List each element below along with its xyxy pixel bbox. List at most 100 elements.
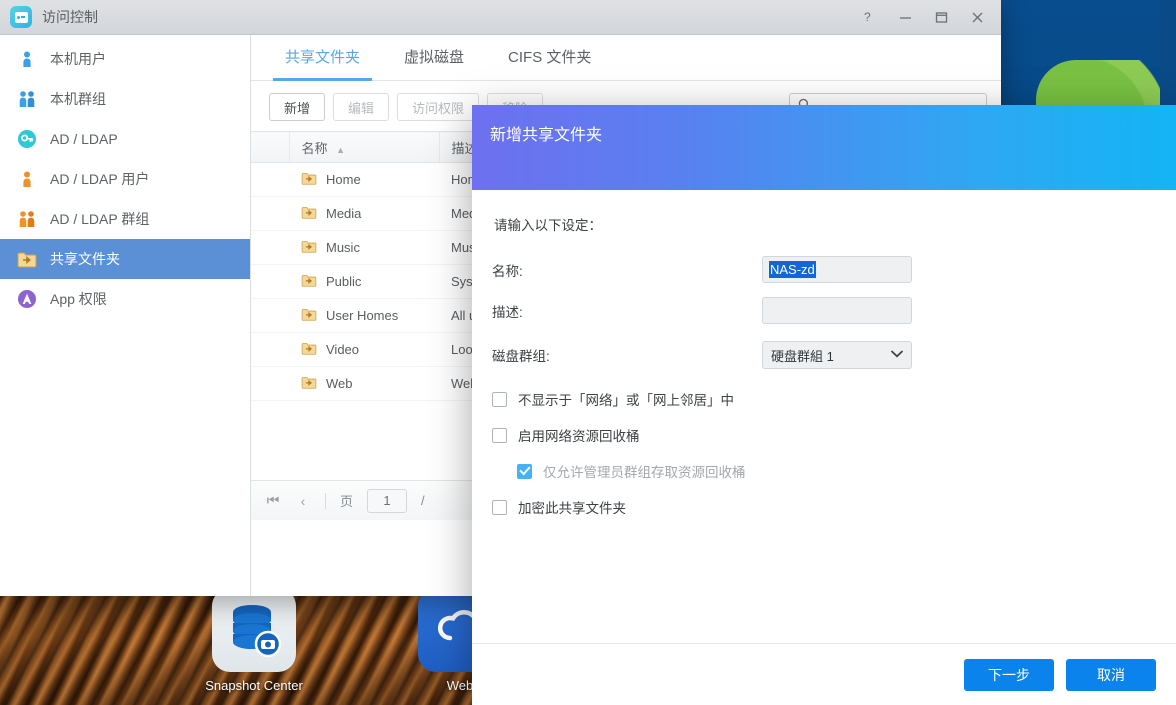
row-name-label: Web [326, 376, 353, 391]
checkbox-row-enable-recycle-bin[interactable]: 启用网络资源回收桶 [492, 425, 1156, 445]
user-orange-icon [16, 168, 38, 190]
sort-ascending-icon: ▲ [336, 145, 345, 155]
sidebar-item-app-privilege[interactable]: App 权限 [0, 279, 250, 319]
sidebar-item-local-groups[interactable]: 本机群组 [0, 79, 250, 119]
pager-divider [325, 493, 326, 509]
disk-group-label: 磁盘群组: [492, 345, 762, 365]
row-checkbox[interactable] [251, 333, 289, 367]
row-checkbox[interactable] [251, 197, 289, 231]
encrypt-folder-checkbox[interactable] [492, 500, 507, 515]
column-name[interactable]: 名称 ▲ [289, 132, 439, 163]
tab-cifs-folders[interactable]: CIFS 文件夹 [486, 36, 613, 80]
field-row-name: 名称: NAS-zd [492, 256, 1156, 283]
row-name: Video [289, 333, 439, 367]
sidebar-item-label: App 权限 [50, 289, 107, 309]
page-first-icon[interactable]: ⏮ [265, 492, 281, 509]
folder-icon [301, 240, 317, 256]
disk-group-value: 硬盘群組 1 [771, 346, 834, 365]
dialog-title: 新增共享文件夹 [490, 121, 1176, 145]
minimize-button[interactable] [887, 2, 923, 32]
row-checkbox[interactable] [251, 231, 289, 265]
folder-icon [301, 274, 317, 290]
row-checkbox[interactable] [251, 299, 289, 333]
sidebar-item-label: AD / LDAP [50, 131, 118, 147]
checkbox-row-encrypt-folder[interactable]: 加密此共享文件夹 [492, 497, 1156, 517]
row-checkbox[interactable] [251, 163, 289, 197]
sidebar-item-ad-ldap[interactable]: AD / LDAP [0, 119, 250, 159]
row-name-label: Video [326, 342, 359, 357]
edit-button[interactable]: 编辑 [333, 93, 389, 121]
users-icon [16, 88, 38, 110]
help-button[interactable]: ? [851, 2, 887, 32]
dialog-footer: 下一步 取消 [472, 643, 1176, 705]
maximize-button[interactable] [923, 2, 959, 32]
disk-group-select[interactable]: 硬盘群組 1 [762, 341, 912, 369]
row-checkbox[interactable] [251, 367, 289, 401]
sidebar-item-ad-ldap-users[interactable]: AD / LDAP 用户 [0, 159, 250, 199]
tab-bar: 共享文件夹 虚拟磁盘 CIFS 文件夹 [251, 35, 1001, 81]
column-name-label: 名称 [302, 141, 328, 156]
access-permission-button[interactable]: 访问权限 [397, 93, 479, 121]
sidebar-item-label: AD / LDAP 用户 [50, 169, 149, 189]
page-prev-icon[interactable]: ‹ [295, 493, 311, 509]
checkbox-row-hide-from-network[interactable]: 不显示于「网络」或「网上邻居」中 [492, 389, 1156, 409]
user-icon [16, 48, 38, 70]
chevron-down-icon [891, 349, 903, 361]
desktop-icon-label: Snapshot Center [184, 678, 324, 693]
id-card-icon [10, 6, 32, 28]
sidebar-item-local-users[interactable]: 本机用户 [0, 39, 250, 79]
sidebar-item-label: 共享文件夹 [50, 249, 120, 269]
next-button[interactable]: 下一步 [964, 659, 1054, 691]
checkbox-label: 加密此共享文件夹 [518, 497, 626, 517]
close-button[interactable] [959, 2, 995, 32]
app-icon [16, 288, 38, 310]
row-name: Public [289, 265, 439, 299]
folder-icon [301, 172, 317, 188]
sidebar-item-label: AD / LDAP 群组 [50, 209, 149, 229]
sidebar-item-label: 本机用户 [50, 49, 106, 69]
row-name: User Homes [289, 299, 439, 333]
row-name-label: Media [326, 206, 361, 221]
create-shared-folder-dialog: 新增共享文件夹 请输入以下设定： 名称: NAS-zd 描述: 磁盘群组: 硬盘… [472, 105, 1176, 705]
row-checkbox[interactable] [251, 265, 289, 299]
checkbox-row-admin-only-recycle-bin[interactable]: 仅允许管理员群组存取资源回收桶 [492, 461, 1156, 481]
row-name-label: Home [326, 172, 361, 187]
tab-shared-folders[interactable]: 共享文件夹 [263, 36, 382, 80]
dialog-intro-text: 请输入以下设定： [494, 214, 1156, 234]
window-controls: ? [851, 2, 995, 32]
field-row-disk-group: 磁盘群组: 硬盘群組 1 [492, 341, 1156, 369]
sidebar: 本机用户 本机群组 AD / LDAP [0, 35, 251, 596]
key-icon [16, 128, 38, 150]
folder-icon [301, 342, 317, 358]
name-field-value: NAS-zd [769, 261, 816, 278]
cancel-button[interactable]: 取消 [1066, 659, 1156, 691]
row-name-label: User Homes [326, 308, 398, 323]
users-orange-icon [16, 208, 38, 230]
window-titlebar[interactable]: 访问控制 ? [0, 0, 1001, 35]
sidebar-item-shared-folders[interactable]: 共享文件夹 [0, 239, 250, 279]
snapshot-center-icon [212, 588, 296, 672]
name-field[interactable]: NAS-zd [762, 256, 912, 283]
column-select[interactable] [251, 132, 289, 163]
sidebar-item-ad-ldap-groups[interactable]: AD / LDAP 群组 [0, 199, 250, 239]
window-title: 访问控制 [42, 7, 98, 27]
tab-virtual-disk[interactable]: 虚拟磁盘 [382, 36, 486, 80]
description-field[interactable] [762, 297, 912, 324]
row-name-label: Music [326, 240, 360, 255]
page-input[interactable] [367, 489, 407, 513]
create-button[interactable]: 新增 [269, 93, 325, 121]
description-field-label: 描述: [492, 301, 762, 321]
desktop-icon-snapshot-center[interactable]: Snapshot Center [184, 588, 324, 693]
dialog-body: 请输入以下设定： 名称: NAS-zd 描述: 磁盘群组: 硬盘群組 1 [472, 190, 1176, 643]
row-name: Home [289, 163, 439, 197]
hide-from-network-checkbox[interactable] [492, 392, 507, 407]
dialog-header: 新增共享文件夹 [472, 105, 1176, 190]
folder-icon [301, 308, 317, 324]
admin-only-recycle-bin-checkbox[interactable] [517, 464, 532, 479]
enable-recycle-bin-checkbox[interactable] [492, 428, 507, 443]
screen: Snapshot Center Web 访问控制 ? [0, 0, 1176, 705]
svg-text:?: ? [864, 10, 871, 24]
folder-icon [16, 248, 38, 270]
checkbox-label: 启用网络资源回收桶 [518, 425, 640, 445]
page-label: 页 [340, 491, 353, 510]
